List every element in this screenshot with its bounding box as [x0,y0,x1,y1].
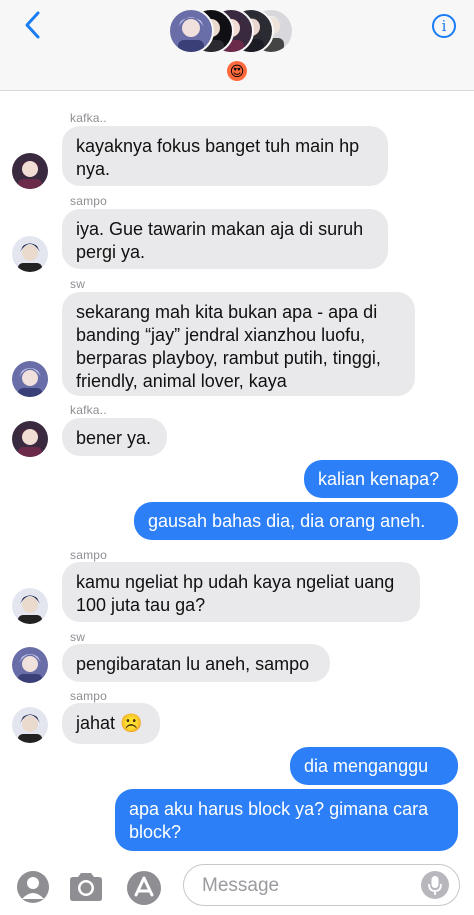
avatar [12,236,48,272]
group-avatar [168,8,214,54]
incoming-message[interactable]: bener ya. [62,418,167,456]
outgoing-message[interactable]: gausah bahas dia, dia orang aneh. [134,502,458,540]
sender-name: sw [70,630,86,644]
camera-icon[interactable] [66,870,106,904]
microphone-icon[interactable] [421,871,449,899]
incoming-message[interactable]: sekarang mah kita bukan apa - apa di ban… [62,292,415,396]
avatar [12,361,48,397]
info-icon[interactable]: i [432,14,456,38]
memoji-icon[interactable] [16,870,50,904]
outgoing-message[interactable]: dia menganggu [290,747,458,785]
sender-name: sampo [70,194,108,208]
sender-name: kafka.. [70,111,107,125]
sender-name: sw [70,277,86,291]
app-store-icon[interactable] [126,870,162,906]
outgoing-message[interactable]: apa aku harus block ya? gimana cara bloc… [115,789,458,851]
composer-bar [0,858,474,915]
sender-name: kafka.. [70,403,107,417]
avatar [12,421,48,457]
message-input[interactable] [200,873,414,899]
message-field[interactable] [183,864,460,906]
sender-name: sampo [70,689,108,703]
group-name-emoji[interactable]: 😍 [227,61,247,81]
incoming-message[interactable]: kayaknya fokus banget tuh main hp nya. [62,126,388,186]
outgoing-message[interactable]: kalian kenapa? [304,460,458,498]
back-chevron-icon[interactable] [22,10,44,40]
avatar [12,153,48,189]
incoming-message[interactable]: pengibaratan lu aneh, sampo [62,644,330,682]
avatar [12,647,48,683]
group-avatars[interactable] [168,8,300,58]
incoming-message[interactable]: iya. Gue tawarin makan aja di suruh perg… [62,209,388,269]
avatar [12,707,48,743]
incoming-message[interactable]: jahat ☹️ [62,703,160,744]
sender-name: sampo [70,548,108,562]
incoming-message[interactable]: kamu ngeliat hp udah kaya ngeliat uang 1… [62,562,420,622]
conversation-header: 😍 i [0,0,474,91]
avatar [12,588,48,624]
